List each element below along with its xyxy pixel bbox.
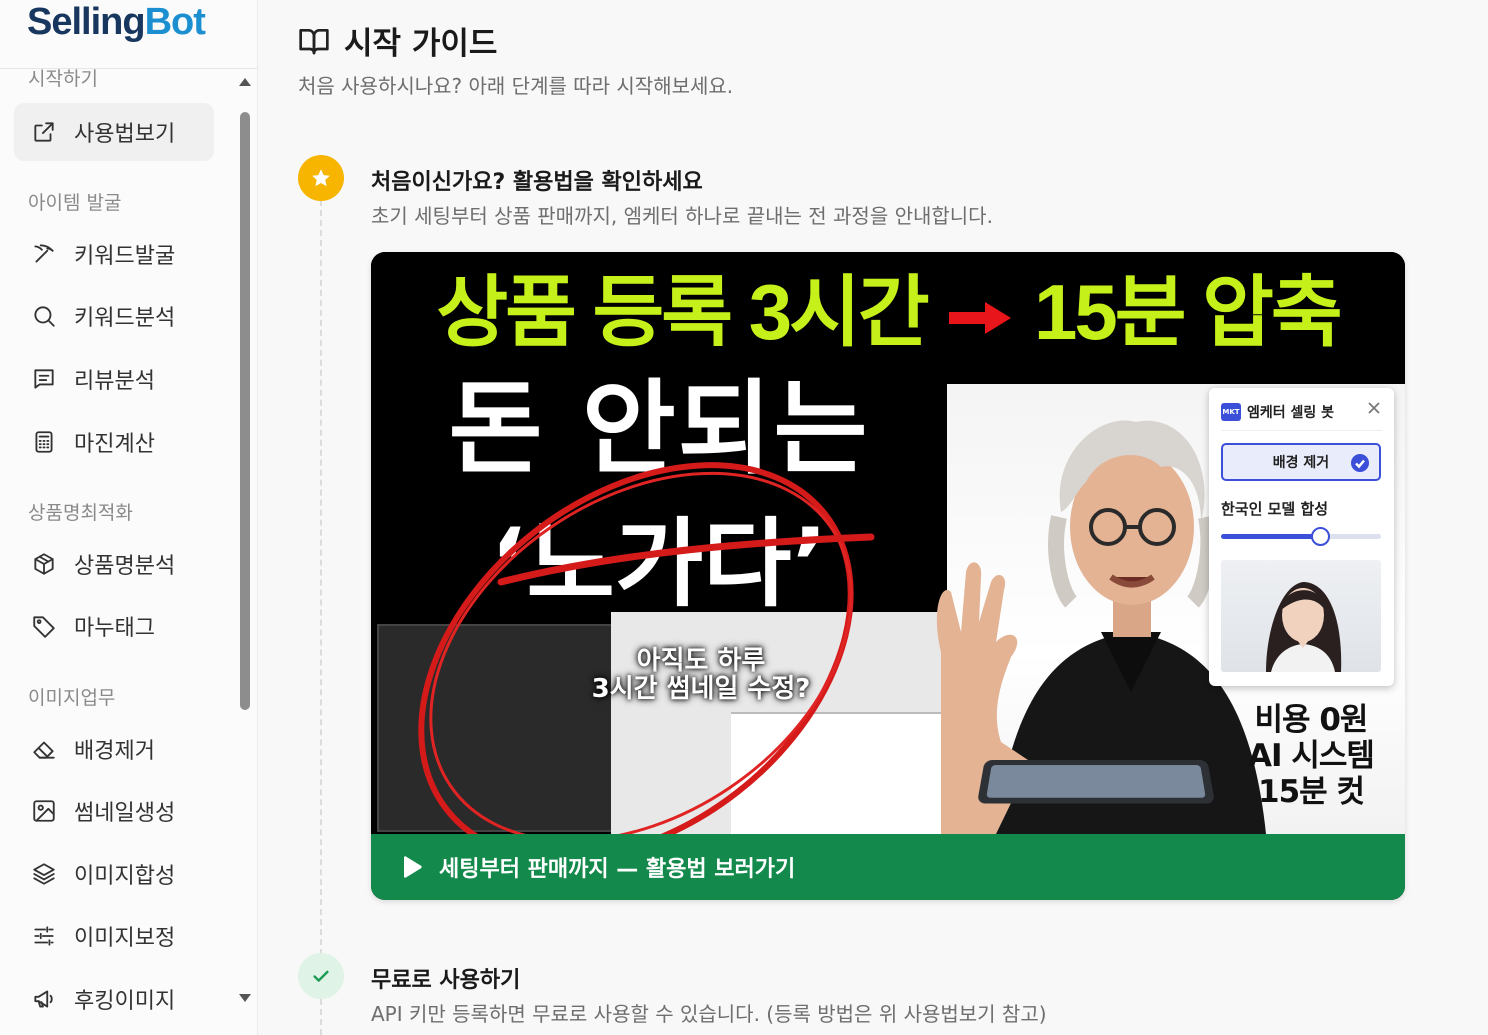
- sidebar-item-margin-calc[interactable]: 마진계산: [14, 413, 214, 471]
- sidebar-item-image-correction[interactable]: 이미지보정: [14, 907, 214, 965]
- watch-guide-button[interactable]: 세팅부터 판매까지 — 활용법 보러가기: [371, 834, 1405, 900]
- extension-panel: MKT 엠케터 셀링 봇 배경 제거 한국인 모델 합성: [1209, 388, 1394, 686]
- layers-icon: [30, 860, 58, 888]
- step-1-marker: [298, 155, 344, 201]
- logo[interactable]: SellingBot: [27, 0, 206, 44]
- small-caption-line2: 3시간 썸네일 수정?: [591, 674, 811, 704]
- eraser-icon: [30, 735, 58, 763]
- step-1-title: 처음이신가요? 활용법을 확인하세요: [371, 170, 703, 195]
- panel-header: MKT 엠케터 셀링 봇: [1221, 402, 1334, 422]
- watch-guide-label: 세팅부터 판매까지 — 활용법 보러가기: [439, 857, 796, 882]
- sidebar-item-label: 키워드분석: [74, 306, 176, 331]
- sidebar-item-label: 이미지보정: [74, 926, 176, 951]
- section-label-start: 시작하기: [28, 68, 98, 90]
- sidebar-item-keyword-analysis[interactable]: 키워드분석: [14, 287, 214, 345]
- small-caption-line1: 아직도 하루: [636, 646, 766, 676]
- sidebar-item-label: 후킹이미지: [74, 989, 176, 1014]
- page-title-text: 시작 가이드: [344, 26, 498, 62]
- page-subtitle: 처음 사용하시나요? 아래 단계를 따라 시작해보세요.: [298, 74, 734, 98]
- sidebar-item-label: 리뷰분석: [74, 369, 155, 394]
- model-portrait-illustration: [1266, 582, 1342, 672]
- step-2-marker: [298, 953, 344, 999]
- message-icon: [30, 365, 58, 393]
- sidebar-item-label: 사용법보기: [74, 122, 176, 147]
- sidebar-item-review-analysis[interactable]: 리뷰분석: [14, 350, 214, 408]
- pickaxe-icon: [30, 240, 58, 268]
- logo-part2: Bot: [144, 1, 206, 43]
- headline-right: 15분 압축: [1033, 268, 1343, 356]
- scroll-down-arrow[interactable]: [239, 994, 251, 1002]
- panel-slider-knob: [1311, 527, 1331, 546]
- red-arrow-icon: [949, 302, 1012, 335]
- section-label-image-work: 이미지업무: [28, 687, 116, 709]
- sidebar-item-label: 배경제거: [74, 739, 155, 764]
- sidebar-item-label: 마누태그: [74, 616, 155, 641]
- search-icon: [30, 302, 58, 330]
- thumbnail-text-line2: ‘노가다’: [490, 508, 828, 620]
- tag-icon: [30, 612, 58, 640]
- thumbnail-text-line1: 돈 안되는: [448, 370, 870, 489]
- sidebar-item-keyword-discovery[interactable]: 키워드발굴: [14, 225, 214, 283]
- sidebar-item-label: 이미지합성: [74, 864, 176, 889]
- sidebar-item-label: 키워드발굴: [74, 244, 176, 269]
- promo-text: 비용 0원 AI 시스템 15분 컷: [1241, 702, 1381, 810]
- page-title: 시작 가이드: [298, 18, 497, 63]
- sidebar-item-label: 썸네일생성: [74, 801, 176, 826]
- model-photo: [1221, 560, 1381, 672]
- box-icon: [30, 550, 58, 578]
- thumbnail-small-caption: 아직도 하루 3시간 썸네일 수정?: [571, 647, 831, 703]
- panel-divider: [1221, 430, 1382, 431]
- thumbnail-headline: 상품 등록 3시간 15분 압축: [371, 266, 1405, 358]
- promo-line1: 비용 0원: [1254, 702, 1369, 738]
- check-circle-icon: [1351, 454, 1369, 472]
- video-card[interactable]: 돈 안되는 ‘노가다’ 아직도 하루 3시간 썸네일 수정? MKT 엠케터 셀…: [371, 252, 1405, 900]
- panel-slider: [1221, 527, 1381, 546]
- section-label-item-discovery: 아이템 발굴: [28, 192, 122, 214]
- panel-button-label: 배경 제거: [1272, 455, 1330, 471]
- play-icon: [404, 856, 422, 878]
- sidebar-scrollbar-thumb[interactable]: [240, 112, 250, 710]
- image-icon: [30, 797, 58, 825]
- book-icon: [299, 28, 329, 54]
- sidebar-item-label: 상품명분석: [74, 554, 176, 579]
- panel-slider-fill: [1221, 534, 1321, 539]
- sidebar-item-image-composite[interactable]: 이미지합성: [14, 845, 214, 903]
- promo-line3: 15분 컷: [1258, 774, 1365, 810]
- sidebar-item-hooking-image[interactable]: 후킹이미지: [14, 970, 214, 1028]
- headline-left: 상품 등록 3시간: [436, 268, 929, 356]
- sidebar-item-thumbnail[interactable]: 썸네일생성: [14, 782, 214, 840]
- sidebar: SellingBot 시작하기 사용법보기 아이템 발굴 키워드발굴 키워드분석…: [0, 0, 258, 1035]
- panel-background-remove-button: 배경 제거: [1221, 443, 1381, 481]
- step-timeline: [320, 200, 322, 1035]
- megaphone-icon: [30, 985, 58, 1013]
- video-thumbnail[interactable]: 돈 안되는 ‘노가다’ 아직도 하루 3시간 썸네일 수정? MKT 엠케터 셀…: [371, 252, 1405, 834]
- section-label-product-name: 상품명최적화: [28, 502, 133, 524]
- step-1-description: 초기 세팅부터 상품 판매까지, 엠케터 하나로 끝내는 전 과정을 안내합니다…: [371, 204, 993, 228]
- external-link-icon: [30, 118, 58, 146]
- panel-title: 엠케터 셀링 봇: [1247, 405, 1335, 421]
- star-icon: [312, 169, 330, 187]
- sidebar-item-product-name-analysis[interactable]: 상품명분석: [14, 535, 214, 593]
- logo-part1: Selling: [27, 1, 146, 43]
- panel-model-label: 한국인 모델 합성: [1221, 500, 1329, 518]
- panel-logo-badge: MKT: [1221, 403, 1241, 421]
- step-2-description: API 키만 등록하면 무료로 사용할 수 있습니다. (등록 방법은 위 사용…: [371, 1002, 1047, 1026]
- close-icon: [1366, 400, 1382, 416]
- step-2-title: 무료로 사용하기: [371, 968, 521, 993]
- promo-line2: AI 시스템: [1248, 738, 1375, 774]
- check-icon: [313, 970, 329, 982]
- tablet-device: [976, 759, 1216, 804]
- sliders-icon: [30, 922, 58, 950]
- sidebar-item-how-to[interactable]: 사용법보기: [14, 103, 214, 161]
- sidebar-item-label: 마진계산: [74, 432, 155, 457]
- calculator-icon: [30, 428, 58, 456]
- sidebar-item-manu-tag[interactable]: 마누태그: [14, 597, 214, 655]
- scroll-up-arrow[interactable]: [239, 78, 251, 86]
- sidebar-item-background-removal[interactable]: 배경제거: [14, 720, 214, 778]
